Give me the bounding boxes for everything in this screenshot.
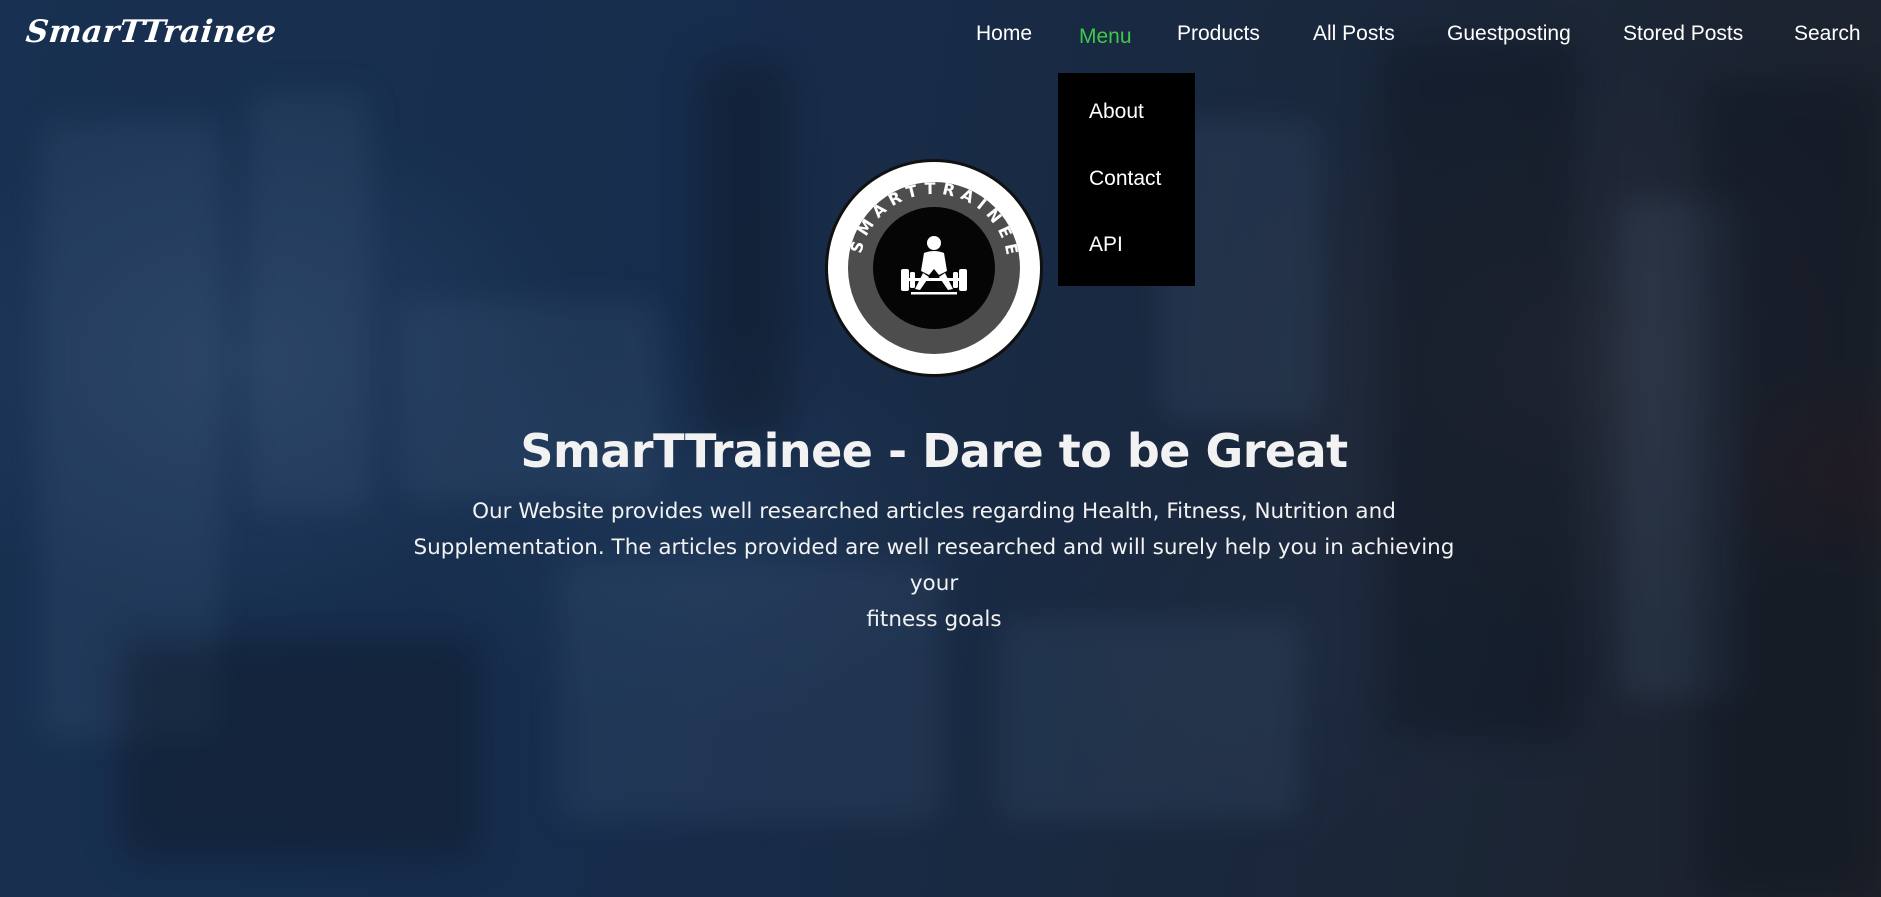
dropdown-item-api[interactable]: API (1089, 233, 1123, 257)
nav-item-menu[interactable]: Menu (1079, 25, 1132, 49)
nav-item-products[interactable]: Products (1177, 22, 1260, 46)
site-logo: SMARTTRAINEE (823, 157, 1045, 379)
nav-item-stored-posts[interactable]: Stored Posts (1623, 22, 1743, 46)
menu-dropdown: About Contact API (1058, 73, 1195, 286)
hero-description: Our Website provides well researched art… (404, 494, 1464, 638)
hero-description-line-2: Supplementation. The articles provided a… (413, 535, 1455, 596)
hero-description-line-1: Our Website provides well researched art… (472, 499, 1396, 524)
hero-description-line-3: fitness goals (866, 607, 1002, 632)
page: SmarTTrainee Home Menu Products All Post… (0, 0, 1881, 897)
top-navigation: Home Menu Products All Posts Guestpostin… (0, 22, 1881, 52)
hero-title: SmarTTrainee - Dare to be Great (520, 424, 1348, 478)
dropdown-item-about[interactable]: About (1089, 100, 1144, 124)
nav-item-home[interactable]: Home (976, 22, 1032, 46)
nav-item-guestposting[interactable]: Guestposting (1447, 22, 1571, 46)
dropdown-item-contact[interactable]: Contact (1089, 167, 1161, 191)
nav-item-all-posts[interactable]: All Posts (1313, 22, 1395, 46)
nav-item-search[interactable]: Search (1794, 22, 1861, 46)
